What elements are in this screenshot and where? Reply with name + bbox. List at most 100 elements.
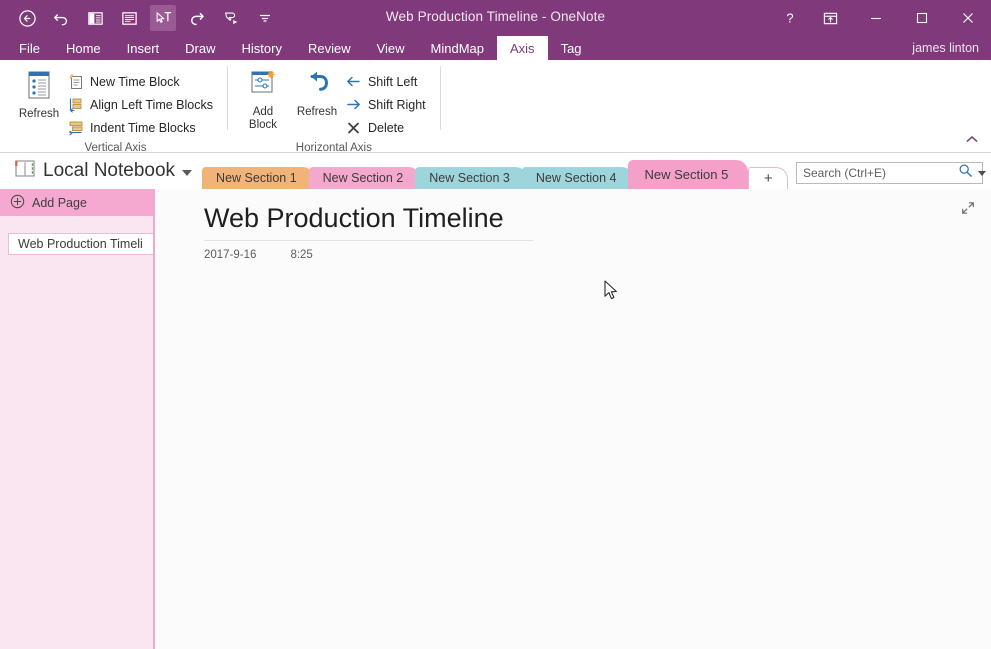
new-time-block-button[interactable]: New Time Block xyxy=(66,70,219,93)
notebook-selector[interactable]: Local Notebook xyxy=(0,153,202,189)
refresh-vertical-label: Refresh xyxy=(19,108,59,121)
touch-write-icon[interactable] xyxy=(218,5,244,31)
main-area: Add Page Web Production Timeli Web Produ… xyxy=(0,189,991,610)
add-page-label: Add Page xyxy=(32,196,87,210)
delete-button[interactable]: Delete xyxy=(344,116,432,139)
window-controls: ? xyxy=(773,0,991,36)
title-bar: Web Production Timeline - OneNote ? xyxy=(0,0,991,36)
note-canvas[interactable]: Web Production Timeline 2017-9-16 8:25 xyxy=(155,189,991,610)
ribbon-group-divider-2 xyxy=(440,66,441,130)
canvas-bottom-fill xyxy=(155,610,991,649)
account-name[interactable]: james linton xyxy=(912,36,979,60)
add-block-label-line1: Add xyxy=(253,106,273,119)
shift-left-label: Shift Left xyxy=(368,75,417,89)
ribbon-tab-home[interactable]: Home xyxy=(53,36,114,60)
notebook-icon xyxy=(14,159,36,183)
ribbon-tab-file[interactable]: File xyxy=(6,36,53,60)
arrow-left-icon xyxy=(346,74,362,90)
vertical-axis-commands: New Time Block Align Left Time Blocks In… xyxy=(66,65,219,139)
add-block-button[interactable]: Add Block xyxy=(236,65,290,132)
dock-to-desktop-icon[interactable] xyxy=(82,5,108,31)
ribbon-tab-tag[interactable]: Tag xyxy=(548,36,595,60)
page-time: 8:25 xyxy=(290,249,312,261)
ribbon-display-options-button[interactable] xyxy=(807,0,853,36)
ribbon: Refresh New Time Block Align Left Time B… xyxy=(0,60,991,153)
notebook-name: Local Notebook xyxy=(43,160,175,182)
page-list-item[interactable]: Web Production Timeli xyxy=(8,233,153,255)
ink-to-text-icon[interactable] xyxy=(150,5,176,31)
shift-right-button[interactable]: Shift Right xyxy=(344,93,432,116)
page-list: Web Production Timeli xyxy=(0,216,153,255)
delete-label: Delete xyxy=(368,121,404,135)
ribbon-tab-view[interactable]: View xyxy=(364,36,418,60)
section-tab-3[interactable]: New Section 3 xyxy=(415,167,526,189)
sidebar-bottom-fill xyxy=(0,610,155,649)
redo-icon[interactable] xyxy=(184,5,210,31)
arrow-right-icon xyxy=(346,97,362,113)
customize-qat-icon[interactable] xyxy=(252,5,278,31)
refresh-horizontal-label: Refresh xyxy=(297,106,337,119)
section-tab-5[interactable]: New Section 5 xyxy=(628,160,748,189)
add-page-button[interactable]: Add Page xyxy=(0,189,153,216)
search-box[interactable] xyxy=(796,162,983,184)
refresh-vertical-button[interactable]: Refresh xyxy=(12,65,66,121)
chevron-down-icon[interactable] xyxy=(182,170,192,176)
section-tab-2-label: New Section 2 xyxy=(323,171,404,185)
bottom-strip xyxy=(0,610,991,649)
search-icon[interactable] xyxy=(958,163,973,183)
svg-text:?: ? xyxy=(786,11,793,26)
delete-x-icon xyxy=(346,120,362,136)
section-tab-4[interactable]: New Section 4 xyxy=(522,167,633,189)
ribbon-tab-draw[interactable]: Draw xyxy=(172,36,228,60)
mouse-cursor xyxy=(604,280,619,307)
refresh-arrow-icon xyxy=(301,69,333,103)
align-left-time-blocks-button[interactable]: Align Left Time Blocks xyxy=(66,93,219,116)
indent-time-blocks-icon xyxy=(68,120,84,136)
add-block-label-line2: Block xyxy=(249,119,277,132)
search-input[interactable] xyxy=(803,166,958,180)
horizontal-axis-commands: Shift Left Shift Right Delete xyxy=(344,65,432,139)
indent-time-blocks-label: Indent Time Blocks xyxy=(90,121,196,135)
ribbon-group-vertical-axis: Refresh New Time Block Align Left Time B… xyxy=(4,60,227,152)
ribbon-group-horizontal-axis: Add Block Refresh xyxy=(228,60,440,152)
collapse-ribbon-button[interactable] xyxy=(963,130,981,148)
add-section-button[interactable]: + xyxy=(748,167,788,189)
page-date: 2017-9-16 xyxy=(204,249,256,261)
onenote-window: Web Production Timeline - OneNote ? File… xyxy=(0,0,991,649)
minimize-button[interactable] xyxy=(853,0,899,36)
undo-icon[interactable] xyxy=(48,5,74,31)
help-button[interactable]: ? xyxy=(773,0,807,36)
ribbon-tab-mindmap[interactable]: MindMap xyxy=(418,36,497,60)
page-meta: 2017-9-16 8:25 xyxy=(204,241,534,261)
new-time-block-label: New Time Block xyxy=(90,75,180,89)
ribbon-tab-insert[interactable]: Insert xyxy=(114,36,173,60)
align-left-time-blocks-label: Align Left Time Blocks xyxy=(90,98,213,112)
page-header: Web Production Timeline 2017-9-16 8:25 xyxy=(204,203,534,261)
section-tab-3-label: New Section 3 xyxy=(429,171,510,185)
section-tab-2[interactable]: New Section 2 xyxy=(309,167,420,189)
close-button[interactable] xyxy=(945,0,991,36)
shift-left-button[interactable]: Shift Left xyxy=(344,70,432,93)
page-sidebar: Add Page Web Production Timeli xyxy=(0,189,155,610)
page-title[interactable]: Web Production Timeline xyxy=(204,203,534,241)
full-page-view-icon[interactable] xyxy=(116,5,142,31)
shift-right-label: Shift Right xyxy=(368,98,426,112)
section-tab-5-label: New Section 5 xyxy=(644,167,728,182)
ribbon-tab-strip: File Home Insert Draw History Review Vie… xyxy=(0,36,991,60)
ribbon-tab-axis[interactable]: Axis xyxy=(497,36,548,60)
quick-access-toolbar xyxy=(0,0,278,36)
section-tab-1-label: New Section 1 xyxy=(216,171,297,185)
add-block-icon xyxy=(247,69,279,103)
section-tab-1[interactable]: New Section 1 xyxy=(202,167,313,189)
maximize-button[interactable] xyxy=(899,0,945,36)
indent-time-blocks-button[interactable]: Indent Time Blocks xyxy=(66,116,219,139)
align-left-time-blocks-icon xyxy=(68,97,84,113)
search-options-chevron-icon[interactable] xyxy=(978,171,986,176)
back-icon[interactable] xyxy=(14,5,40,31)
ribbon-tab-review[interactable]: Review xyxy=(295,36,364,60)
add-page-icon xyxy=(10,194,25,212)
ribbon-tab-history[interactable]: History xyxy=(229,36,295,60)
refresh-horizontal-button[interactable]: Refresh xyxy=(290,65,344,119)
expand-page-icon[interactable] xyxy=(959,199,977,217)
new-time-block-icon xyxy=(68,74,84,90)
